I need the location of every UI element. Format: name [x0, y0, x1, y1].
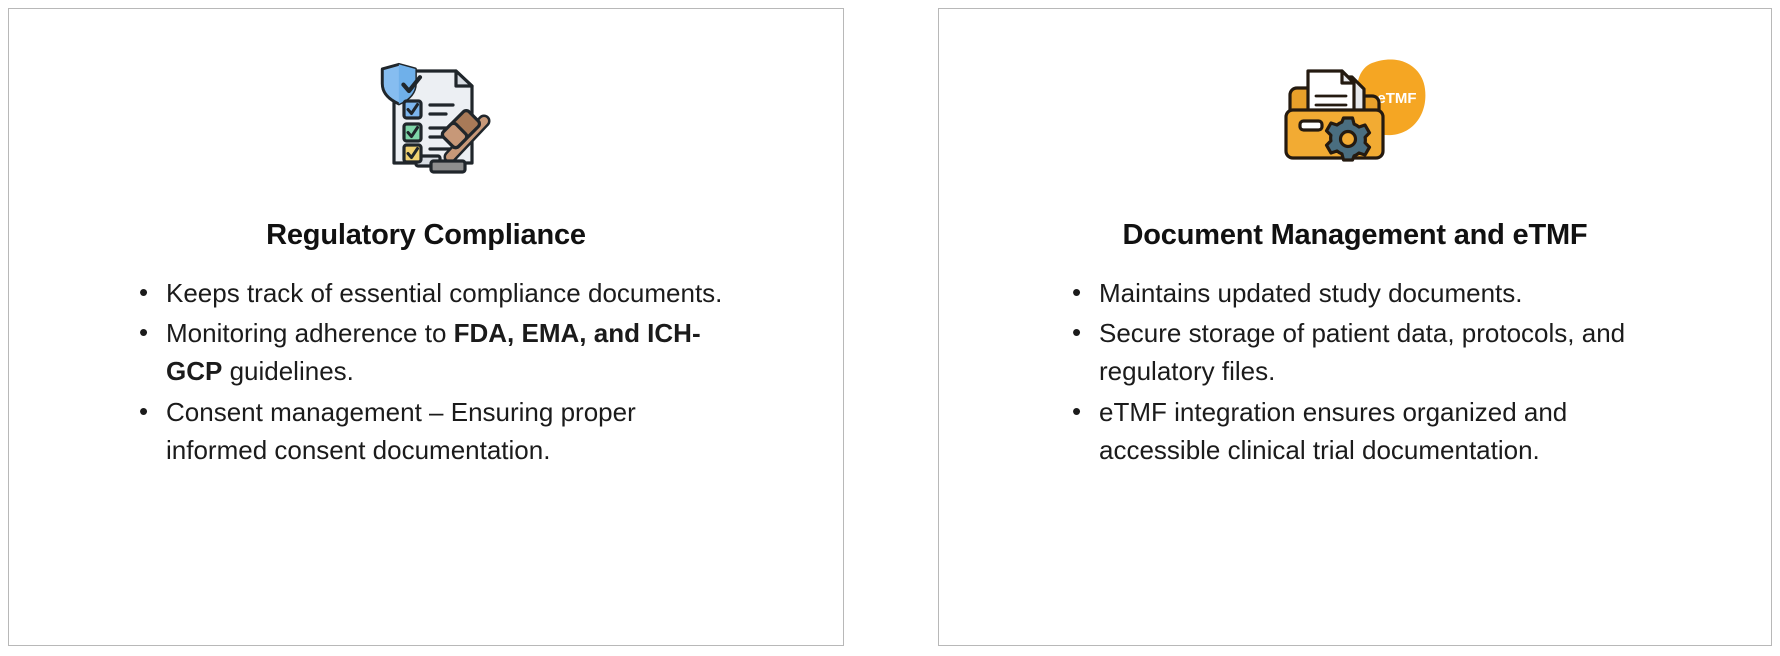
card-title: Regulatory Compliance [266, 219, 586, 251]
list-item: Maintains updated study documents. [1066, 273, 1660, 312]
list-item: Secure storage of patient data, protocol… [1066, 313, 1660, 390]
feature-bullet-list: Keeps track of essential compliance docu… [133, 273, 723, 471]
feature-cards-board: Regulatory Compliance Keeps track of ess… [0, 0, 1780, 656]
list-item: Monitoring adherence to FDA, EMA, and IC… [133, 313, 723, 390]
feature-bullet-list: Maintains updated study documents. Secur… [1066, 273, 1660, 471]
list-item: Keeps track of essential compliance docu… [133, 273, 723, 312]
card-document-management-etmf[interactable]: eTMF Document Management and eTMF • Main… [938, 8, 1772, 646]
card-regulatory-compliance[interactable]: Regulatory Compliance Keeps track of ess… [8, 8, 844, 646]
list-item: Consent management – Ensuring proper inf… [133, 392, 723, 469]
etmf-badge-label: eTMF [1377, 90, 1416, 107]
etmf-folder-document-gear-icon: eTMF [1280, 55, 1430, 175]
compliance-clipboard-shield-gavel-icon [358, 55, 494, 175]
list-item: eTMF integration ensures organized and a… [1066, 392, 1660, 469]
card-title: Document Management and eTMF [1122, 219, 1588, 251]
